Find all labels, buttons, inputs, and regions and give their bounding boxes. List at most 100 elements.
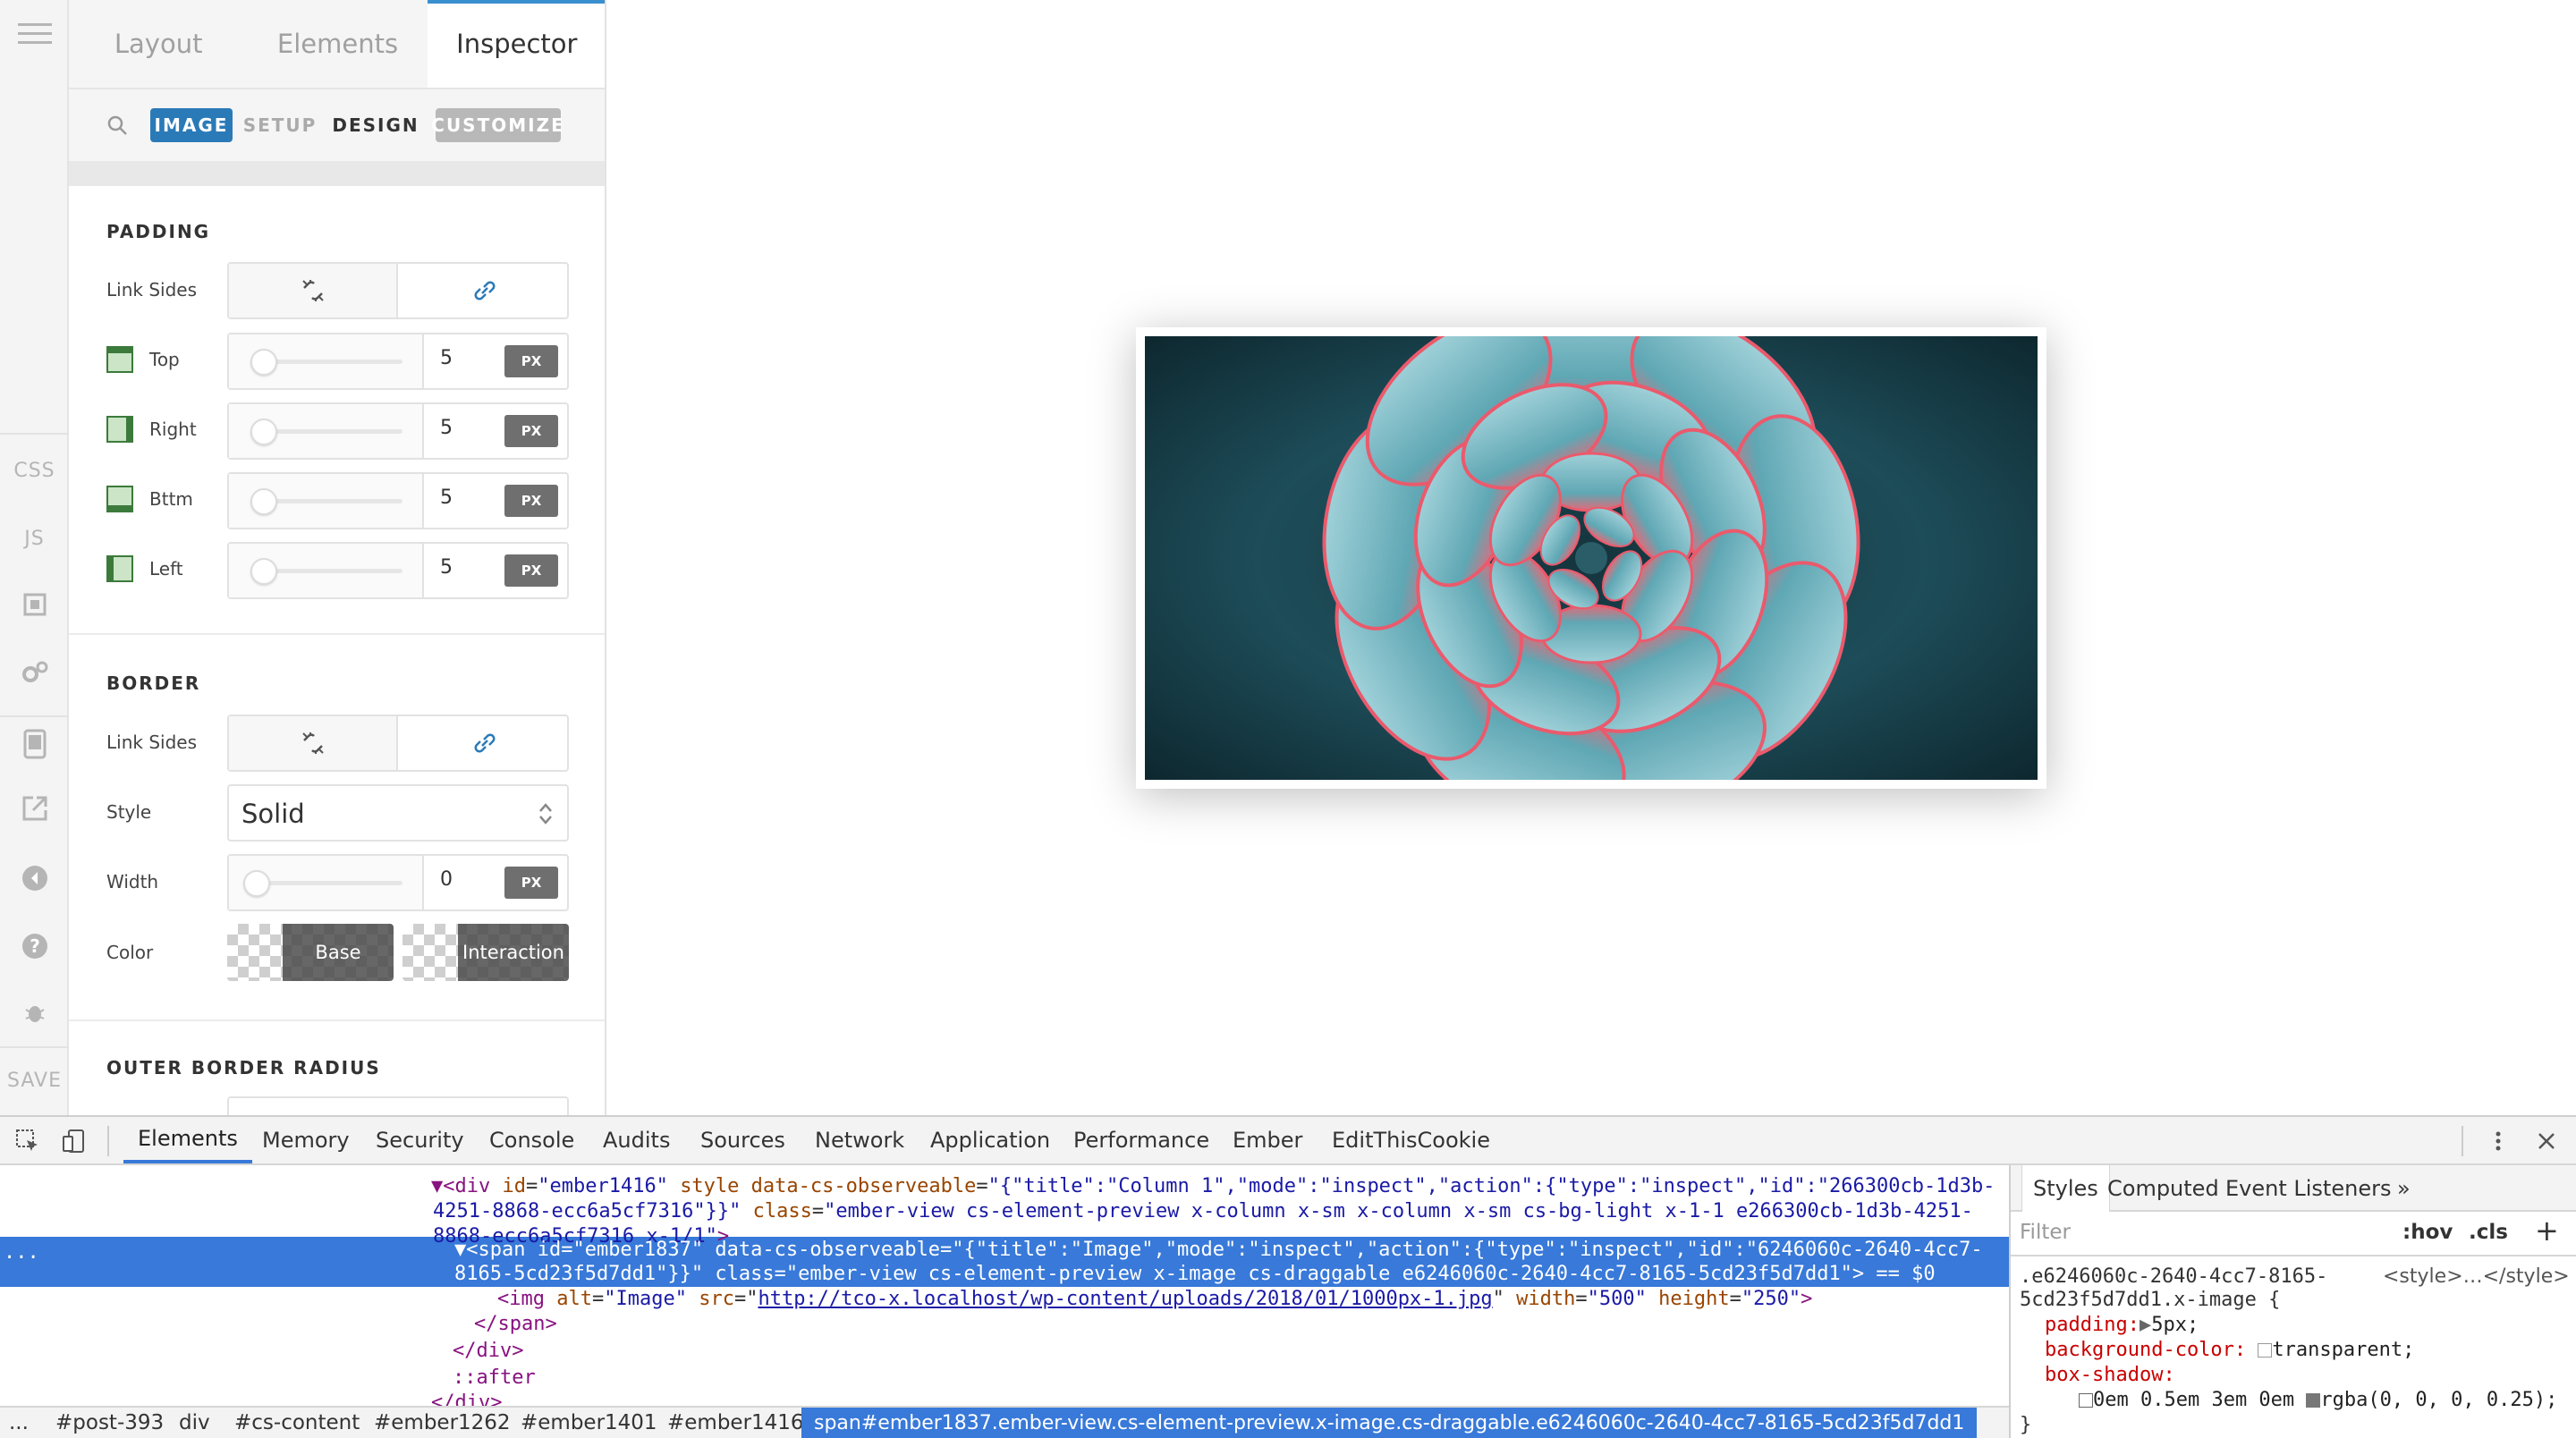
- border-width-slider[interactable]: [229, 856, 424, 909]
- tab-elements[interactable]: Elements: [248, 0, 427, 88]
- outer-radius-link-control[interactable]: [227, 1096, 569, 1115]
- search-icon[interactable]: [106, 114, 128, 136]
- padding-bottom-unit-button[interactable]: PX: [504, 485, 558, 517]
- dom-node-div-column[interactable]: ▼<div id="ember1416" style data-cs-obser…: [431, 1174, 1995, 1199]
- tab-event-listeners[interactable]: Event Listeners: [2225, 1165, 2391, 1212]
- padding-right-input[interactable]: 5: [440, 417, 453, 439]
- border-color-interaction-swatch[interactable]: Interaction: [402, 924, 569, 981]
- devtools-tab-network[interactable]: Network: [815, 1117, 904, 1163]
- save-button[interactable]: SAVE: [0, 1064, 69, 1096]
- breadcrumb-post[interactable]: #post-393: [55, 1411, 164, 1434]
- padding-left-text: Left: [149, 558, 183, 579]
- css-source-link[interactable]: <style>…</style>: [2383, 1265, 2570, 1288]
- dom-node-after-pseudo[interactable]: ::after: [453, 1366, 536, 1391]
- inspect-element-icon[interactable]: [14, 1128, 41, 1155]
- more-options-icon[interactable]: [2485, 1128, 2512, 1155]
- select-arrows-icon: [539, 803, 552, 825]
- slider-knob[interactable]: [250, 488, 277, 515]
- border-unlink-sides-button[interactable]: [229, 716, 398, 770]
- new-style-rule-button[interactable]: +: [2535, 1214, 2559, 1248]
- external-link-icon[interactable]: [0, 791, 69, 826]
- padding-right-slider[interactable]: [229, 404, 424, 458]
- breadcrumb-ember1401[interactable]: #ember1401: [521, 1411, 657, 1434]
- padding-top-slider[interactable]: [229, 334, 424, 388]
- breadcrumb-cs-content[interactable]: #cs-content: [234, 1411, 360, 1434]
- padding-bottom-slider[interactable]: [229, 474, 424, 528]
- bug-icon[interactable]: [0, 996, 69, 1028]
- settings-icon[interactable]: [0, 656, 69, 689]
- devtools-tab-audits[interactable]: Audits: [603, 1117, 670, 1163]
- devtools-tab-ember[interactable]: Ember: [1233, 1117, 1302, 1163]
- dom-node-img[interactable]: <img alt="Image" src="http://tco-x.local…: [497, 1287, 1812, 1312]
- css-background-declaration[interactable]: background-color: transparent;: [2045, 1339, 2414, 1361]
- image-element-preview[interactable]: [1136, 327, 2046, 789]
- padding-top-input[interactable]: 5: [440, 347, 453, 369]
- css-box-shadow-declaration[interactable]: box-shadow:: [2045, 1364, 2175, 1386]
- devtools-tab-performance[interactable]: Performance: [1073, 1117, 1209, 1163]
- dom-node-close-div[interactable]: </div>: [453, 1339, 523, 1364]
- border-width-input[interactable]: 0: [440, 868, 453, 891]
- devtools-tab-security[interactable]: Security: [376, 1117, 464, 1163]
- color-swatch-icon[interactable]: [2306, 1393, 2321, 1408]
- breadcrumb-ellipsis[interactable]: ...: [9, 1411, 29, 1434]
- css-box-shadow-value[interactable]: 0em 0.5em 3em 0em rgba(0, 0, 0, 0.25);: [2079, 1389, 2557, 1411]
- css-padding-declaration[interactable]: padding:▶5px;: [2045, 1314, 2199, 1336]
- padding-top-unit-button[interactable]: PX: [504, 345, 558, 377]
- border-color-base-swatch[interactable]: Base: [227, 924, 394, 981]
- setup-tab[interactable]: SETUP: [243, 108, 316, 142]
- help-icon[interactable]: ?: [0, 928, 69, 964]
- design-tab[interactable]: DESIGN: [332, 108, 417, 142]
- devtools-tab-memory[interactable]: Memory: [262, 1117, 350, 1163]
- back-icon[interactable]: [0, 860, 69, 896]
- css-button[interactable]: CSS: [0, 454, 69, 486]
- dom-node-span-image-selected[interactable]: ▼<span id="ember1837" data-cs-observeabl…: [454, 1238, 1983, 1263]
- element-type-badge[interactable]: IMAGE: [150, 108, 233, 142]
- img-src-link[interactable]: http://tco-x.localhost/wp-content/upload…: [758, 1288, 1492, 1310]
- close-icon[interactable]: [2533, 1128, 2560, 1155]
- breadcrumb-ember1416[interactable]: #ember1416: [667, 1411, 804, 1434]
- padding-top-text: Top: [149, 349, 180, 370]
- tab-layout[interactable]: Layout: [69, 0, 248, 88]
- tab-computed[interactable]: Computed: [2107, 1165, 2219, 1212]
- border-style-select[interactable]: Solid: [227, 784, 569, 842]
- js-button[interactable]: JS: [0, 522, 69, 554]
- breadcrumb-ember1262[interactable]: #ember1262: [374, 1411, 511, 1434]
- breadcrumb-div[interactable]: div: [179, 1411, 210, 1434]
- devtools-tab-console[interactable]: Console: [489, 1117, 574, 1163]
- border-width-unit-button[interactable]: PX: [504, 867, 558, 899]
- slider-knob[interactable]: [250, 558, 277, 585]
- menu-icon[interactable]: [0, 16, 69, 52]
- hov-toggle[interactable]: :hov: [2402, 1221, 2453, 1244]
- padding-left-unit-button[interactable]: PX: [504, 554, 558, 587]
- padding-bottom-input[interactable]: 5: [440, 486, 453, 509]
- node-ellipsis[interactable]: ...: [4, 1240, 39, 1265]
- shadow-editor-icon[interactable]: [2079, 1393, 2093, 1408]
- padding-left-input[interactable]: 5: [440, 556, 453, 579]
- customize-tab[interactable]: CUSTOMIZE: [431, 108, 564, 142]
- devtools-tab-sources[interactable]: Sources: [700, 1117, 785, 1163]
- link-sides-button[interactable]: [400, 264, 569, 317]
- breadcrumb-selected-span[interactable]: span#ember1837.ember-view.cs-element-pre…: [801, 1408, 1978, 1438]
- devtools-tab-application[interactable]: Application: [930, 1117, 1050, 1163]
- rail-divider: [0, 1046, 69, 1048]
- styles-filter-input[interactable]: Filter: [2020, 1221, 2071, 1244]
- device-toolbar-icon[interactable]: [61, 1128, 88, 1155]
- slider-knob[interactable]: [250, 349, 277, 376]
- dom-node-close-span[interactable]: </span>: [474, 1312, 557, 1337]
- frame-icon[interactable]: [0, 588, 69, 621]
- slider-knob[interactable]: [243, 870, 270, 897]
- devtools-tab-editthiscookie[interactable]: EditThisCookie: [1332, 1117, 1490, 1163]
- padding-left-slider[interactable]: [229, 544, 424, 597]
- cls-toggle[interactable]: .cls: [2469, 1221, 2508, 1244]
- device-preview-icon[interactable]: [0, 726, 69, 762]
- padding-right-unit-button[interactable]: PX: [504, 415, 558, 447]
- tab-inspector[interactable]: Inspector: [427, 0, 605, 88]
- padding-link-sides-control: [227, 262, 569, 319]
- more-tabs-chevron[interactable]: »: [2397, 1165, 2411, 1212]
- devtools-tab-elements[interactable]: Elements: [123, 1117, 252, 1163]
- slider-knob[interactable]: [250, 419, 277, 445]
- tab-styles[interactable]: Styles: [2021, 1165, 2110, 1212]
- border-link-sides-button[interactable]: [400, 716, 569, 770]
- color-swatch-icon[interactable]: [2258, 1343, 2273, 1358]
- unlink-sides-button[interactable]: [229, 264, 398, 317]
